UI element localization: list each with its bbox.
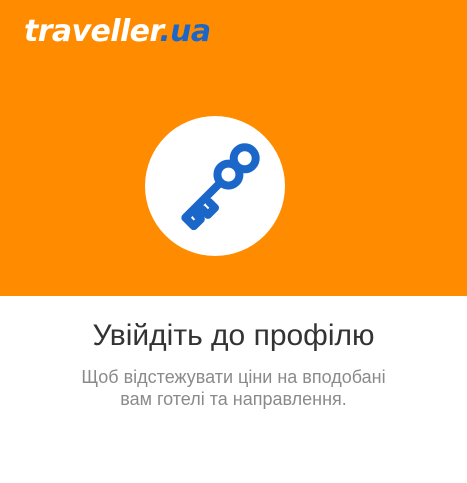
login-subtitle: Щоб відстежувати ціни на вподобані вам г… (40, 366, 427, 410)
hero-banner: traveller.ua (0, 0, 467, 296)
subtitle-line-2: вам готелі та направлення. (120, 389, 347, 409)
login-title: Увійдіть до профілю (92, 319, 375, 352)
subtitle-line-1: Щоб відстежувати ціни на вподобані (81, 367, 386, 387)
brand-logo: traveller.ua (24, 12, 211, 52)
login-prompt: Увійдіть до профілю Щоб відстежувати цін… (0, 296, 467, 483)
brand-tld: .ua (159, 14, 211, 49)
key-icon (181, 143, 260, 231)
key-icon-circle (145, 116, 285, 256)
brand-name: traveller (24, 14, 160, 49)
